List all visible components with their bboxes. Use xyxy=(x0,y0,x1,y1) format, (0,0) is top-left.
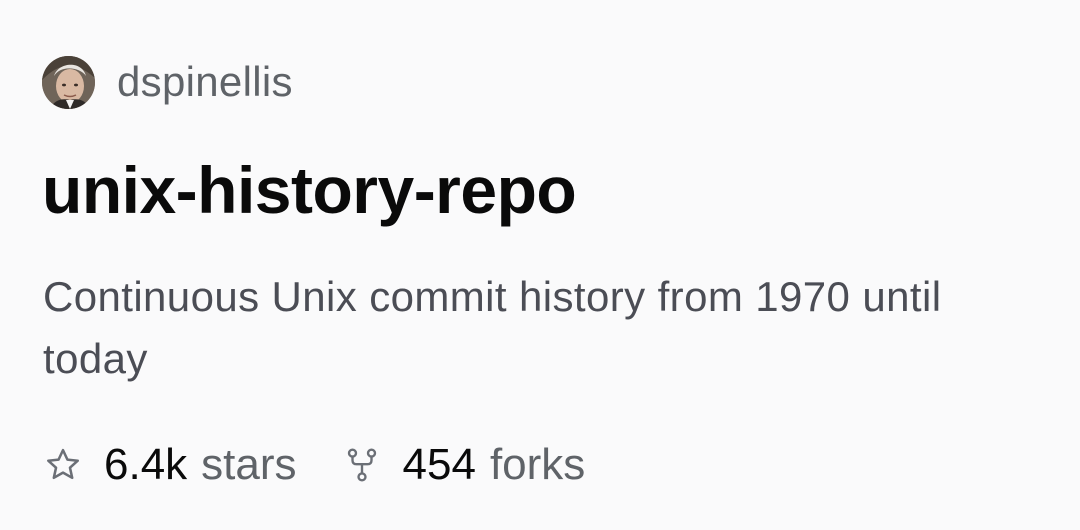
fork-icon xyxy=(347,448,376,482)
stars-count: 6.4k xyxy=(104,440,188,489)
avatar-image xyxy=(42,55,95,109)
forks-label: forks xyxy=(489,440,586,489)
repo-card: dspinellis unix-history-repo Continuous … xyxy=(0,0,1080,530)
repo-stats: 6.4k stars 454 forks xyxy=(44,434,585,496)
owner-username[interactable]: dspinellis xyxy=(117,58,293,106)
stars-label: stars xyxy=(201,440,297,489)
repo-description: Continuous Unix commit history from 1970… xyxy=(43,273,942,382)
forks-count: 454 xyxy=(402,440,476,489)
stars-stat[interactable]: 6.4k stars xyxy=(44,440,297,490)
repo-title[interactable]: unix-history-repo xyxy=(42,152,577,228)
forks-stat[interactable]: 454 forks xyxy=(343,440,586,490)
star-icon xyxy=(47,448,79,480)
owner-row[interactable]: dspinellis xyxy=(42,54,293,110)
owner-avatar[interactable] xyxy=(42,55,95,109)
